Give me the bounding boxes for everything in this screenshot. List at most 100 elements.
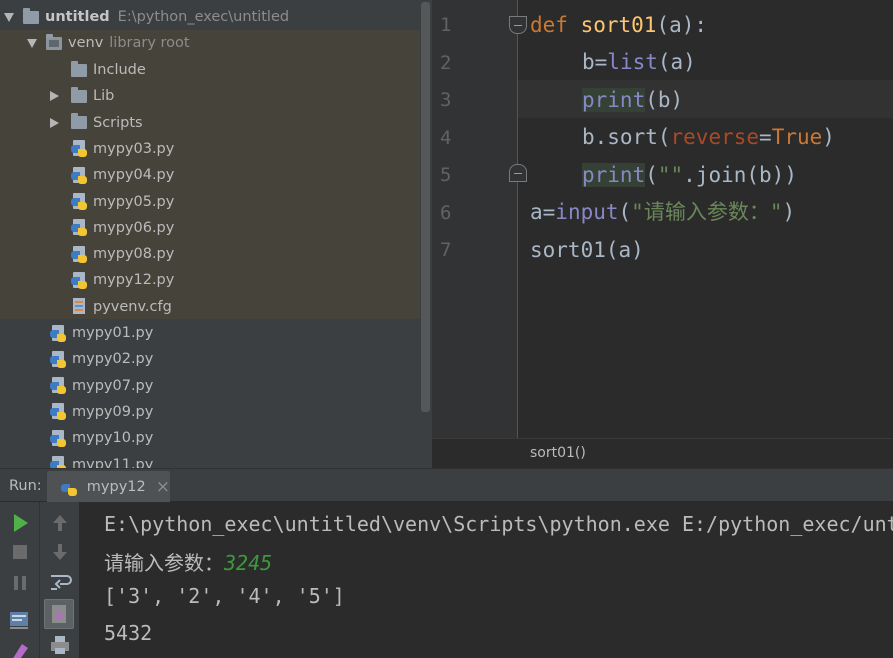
tree-item-venv[interactable]: venv library root (27, 30, 190, 56)
settings-pencil-icon[interactable] (8, 640, 32, 658)
folder-icon (71, 113, 87, 130)
tree-item-label: mypy08.py (93, 246, 175, 263)
python-file-icon (71, 193, 87, 210)
python-file-icon (50, 456, 66, 468)
run-tool-window-header: Run: mypy12 × (0, 468, 893, 503)
run-console-output[interactable]: E:\python_exec\untitled\venv\Scripts\pyt… (80, 502, 893, 658)
python-file-icon (50, 377, 66, 395)
tree-item-mypy08-py[interactable]: mypy08.py (50, 241, 174, 267)
tree-item-label: mypy01.py (72, 325, 154, 341)
tree-item-mypy01-py[interactable]: mypy01.py (50, 320, 153, 346)
tree-item-mypy02-py[interactable]: mypy02.py (50, 346, 153, 372)
tree-item-pyvenv-cfg[interactable]: pyvenv.cfg (50, 294, 172, 320)
tree-item-label: mypy03.py (93, 140, 175, 157)
tree-item-label: mypy12.py (93, 272, 175, 289)
run-label: Run: (9, 478, 42, 494)
stop-icon[interactable] (8, 540, 32, 564)
run-tab-mypy12[interactable]: mypy12 × (47, 471, 170, 503)
tree-item-label: mypy06.py (93, 219, 175, 236)
python-file-icon (50, 324, 66, 342)
line-number: 4 (440, 126, 452, 149)
close-icon[interactable]: × (156, 477, 170, 497)
dump-threads-icon[interactable] (7, 608, 31, 632)
chevron-right-icon[interactable] (50, 117, 59, 128)
arrow-up-icon[interactable] (48, 511, 72, 535)
editor-breadcrumb: sort01() (432, 438, 893, 469)
pause-icon[interactable] (8, 571, 32, 595)
tree-item-mypy06-py[interactable]: mypy06.py (50, 215, 174, 241)
code-line-1[interactable]: def sort01(a): (530, 7, 707, 43)
line-number: 6 (440, 201, 452, 224)
tree-item-label: mypy11.py (72, 456, 154, 469)
tree-item-include[interactable]: Include (50, 57, 146, 83)
tree-item-mypy11-py[interactable]: mypy11.py (50, 452, 154, 469)
line-number: 1 (440, 14, 452, 36)
soft-wrap-icon[interactable] (48, 570, 72, 594)
python-file-icon (61, 479, 77, 496)
folder-icon (71, 60, 87, 77)
fold-marker-icon[interactable] (509, 16, 527, 34)
chevron-right-icon[interactable] (50, 91, 59, 102)
console-line-list: ['3', '2', '4', '5'] (104, 584, 345, 608)
tree-item-mypy04-py[interactable]: mypy04.py (50, 162, 174, 188)
python-file-icon (71, 271, 87, 289)
python-file-icon (71, 245, 87, 263)
config-file-icon (71, 298, 87, 315)
chevron-down-icon[interactable] (4, 12, 14, 22)
code-line-7[interactable]: sort01(a) (530, 232, 644, 268)
tree-root-untitled[interactable]: untitled E:\python_exec\untitled (4, 4, 289, 30)
scroll-to-end-toggle[interactable] (44, 599, 74, 629)
tree-scrollbar[interactable] (421, 2, 430, 412)
library-folder-icon (46, 33, 62, 50)
tree-item-mypy03-py[interactable]: mypy03.py (50, 136, 174, 162)
line-number: 3 (440, 89, 452, 111)
run-toolbar-secondary (40, 502, 80, 658)
arrow-down-icon[interactable] (48, 540, 72, 564)
project-tool-window: untitled E:\python_exec\untitled venv li… (0, 0, 432, 468)
chevron-down-icon[interactable] (27, 38, 37, 48)
tree-item-label: pyvenv.cfg (93, 298, 172, 315)
console-line-command: E:\python_exec\untitled\venv\Scripts\pyt… (104, 512, 893, 536)
code-line-3[interactable]: print(b) (582, 82, 683, 118)
print-icon[interactable] (48, 633, 72, 657)
folder-icon (71, 86, 87, 103)
tree-item-mypy12-py[interactable]: mypy12.py (50, 267, 174, 293)
line-number: 7 (440, 239, 452, 261)
fold-marker-icon[interactable] (509, 164, 527, 182)
python-file-icon (50, 350, 66, 368)
run-icon[interactable] (8, 511, 32, 535)
console-line-result: 5432 (104, 621, 153, 645)
console-prompt-text: 请输入参数： (104, 551, 224, 575)
code-line-4[interactable]: b.sort(reverse=True) (582, 119, 835, 155)
run-toolbar-primary (0, 502, 40, 658)
python-file-icon (50, 403, 66, 421)
code-editor[interactable]: 1 2 3 4 5 6 7 def sort01(a): b=list(a) print(b… (432, 0, 893, 438)
tree-item-scripts[interactable]: Scripts (50, 110, 143, 136)
console-line-prompt: 请输入参数：3245 (104, 547, 272, 576)
tree-item-mypy07-py[interactable]: mypy07.py (50, 373, 153, 399)
code-line-2[interactable]: b=list(a) (582, 44, 696, 80)
console-user-input: 3245 (224, 551, 273, 575)
scroll-to-end-icon (52, 605, 66, 623)
caret-row-highlight (518, 80, 893, 118)
line-number: 2 (440, 51, 452, 74)
breadcrumb-item-sort01[interactable]: sort01() (530, 445, 586, 461)
code-line-5[interactable]: print("".join(b)) (582, 157, 797, 193)
tree-item-lib[interactable]: Lib (50, 83, 114, 109)
tree-item-mypy10-py[interactable]: mypy10.py (50, 425, 153, 451)
library-root-note: library root (109, 35, 190, 51)
tree-item-label: mypy05.py (93, 193, 175, 210)
tree-item-label: mypy07.py (72, 377, 154, 394)
tree-item-label: Scripts (93, 114, 143, 131)
tree-item-label: Lib (93, 88, 115, 105)
code-line-6[interactable]: a=input("请输入参数：") (530, 194, 795, 230)
tree-item-mypy09-py[interactable]: mypy09.py (50, 399, 153, 425)
python-file-icon (71, 219, 87, 237)
tree-item-mypy05-py[interactable]: mypy05.py (50, 189, 174, 215)
